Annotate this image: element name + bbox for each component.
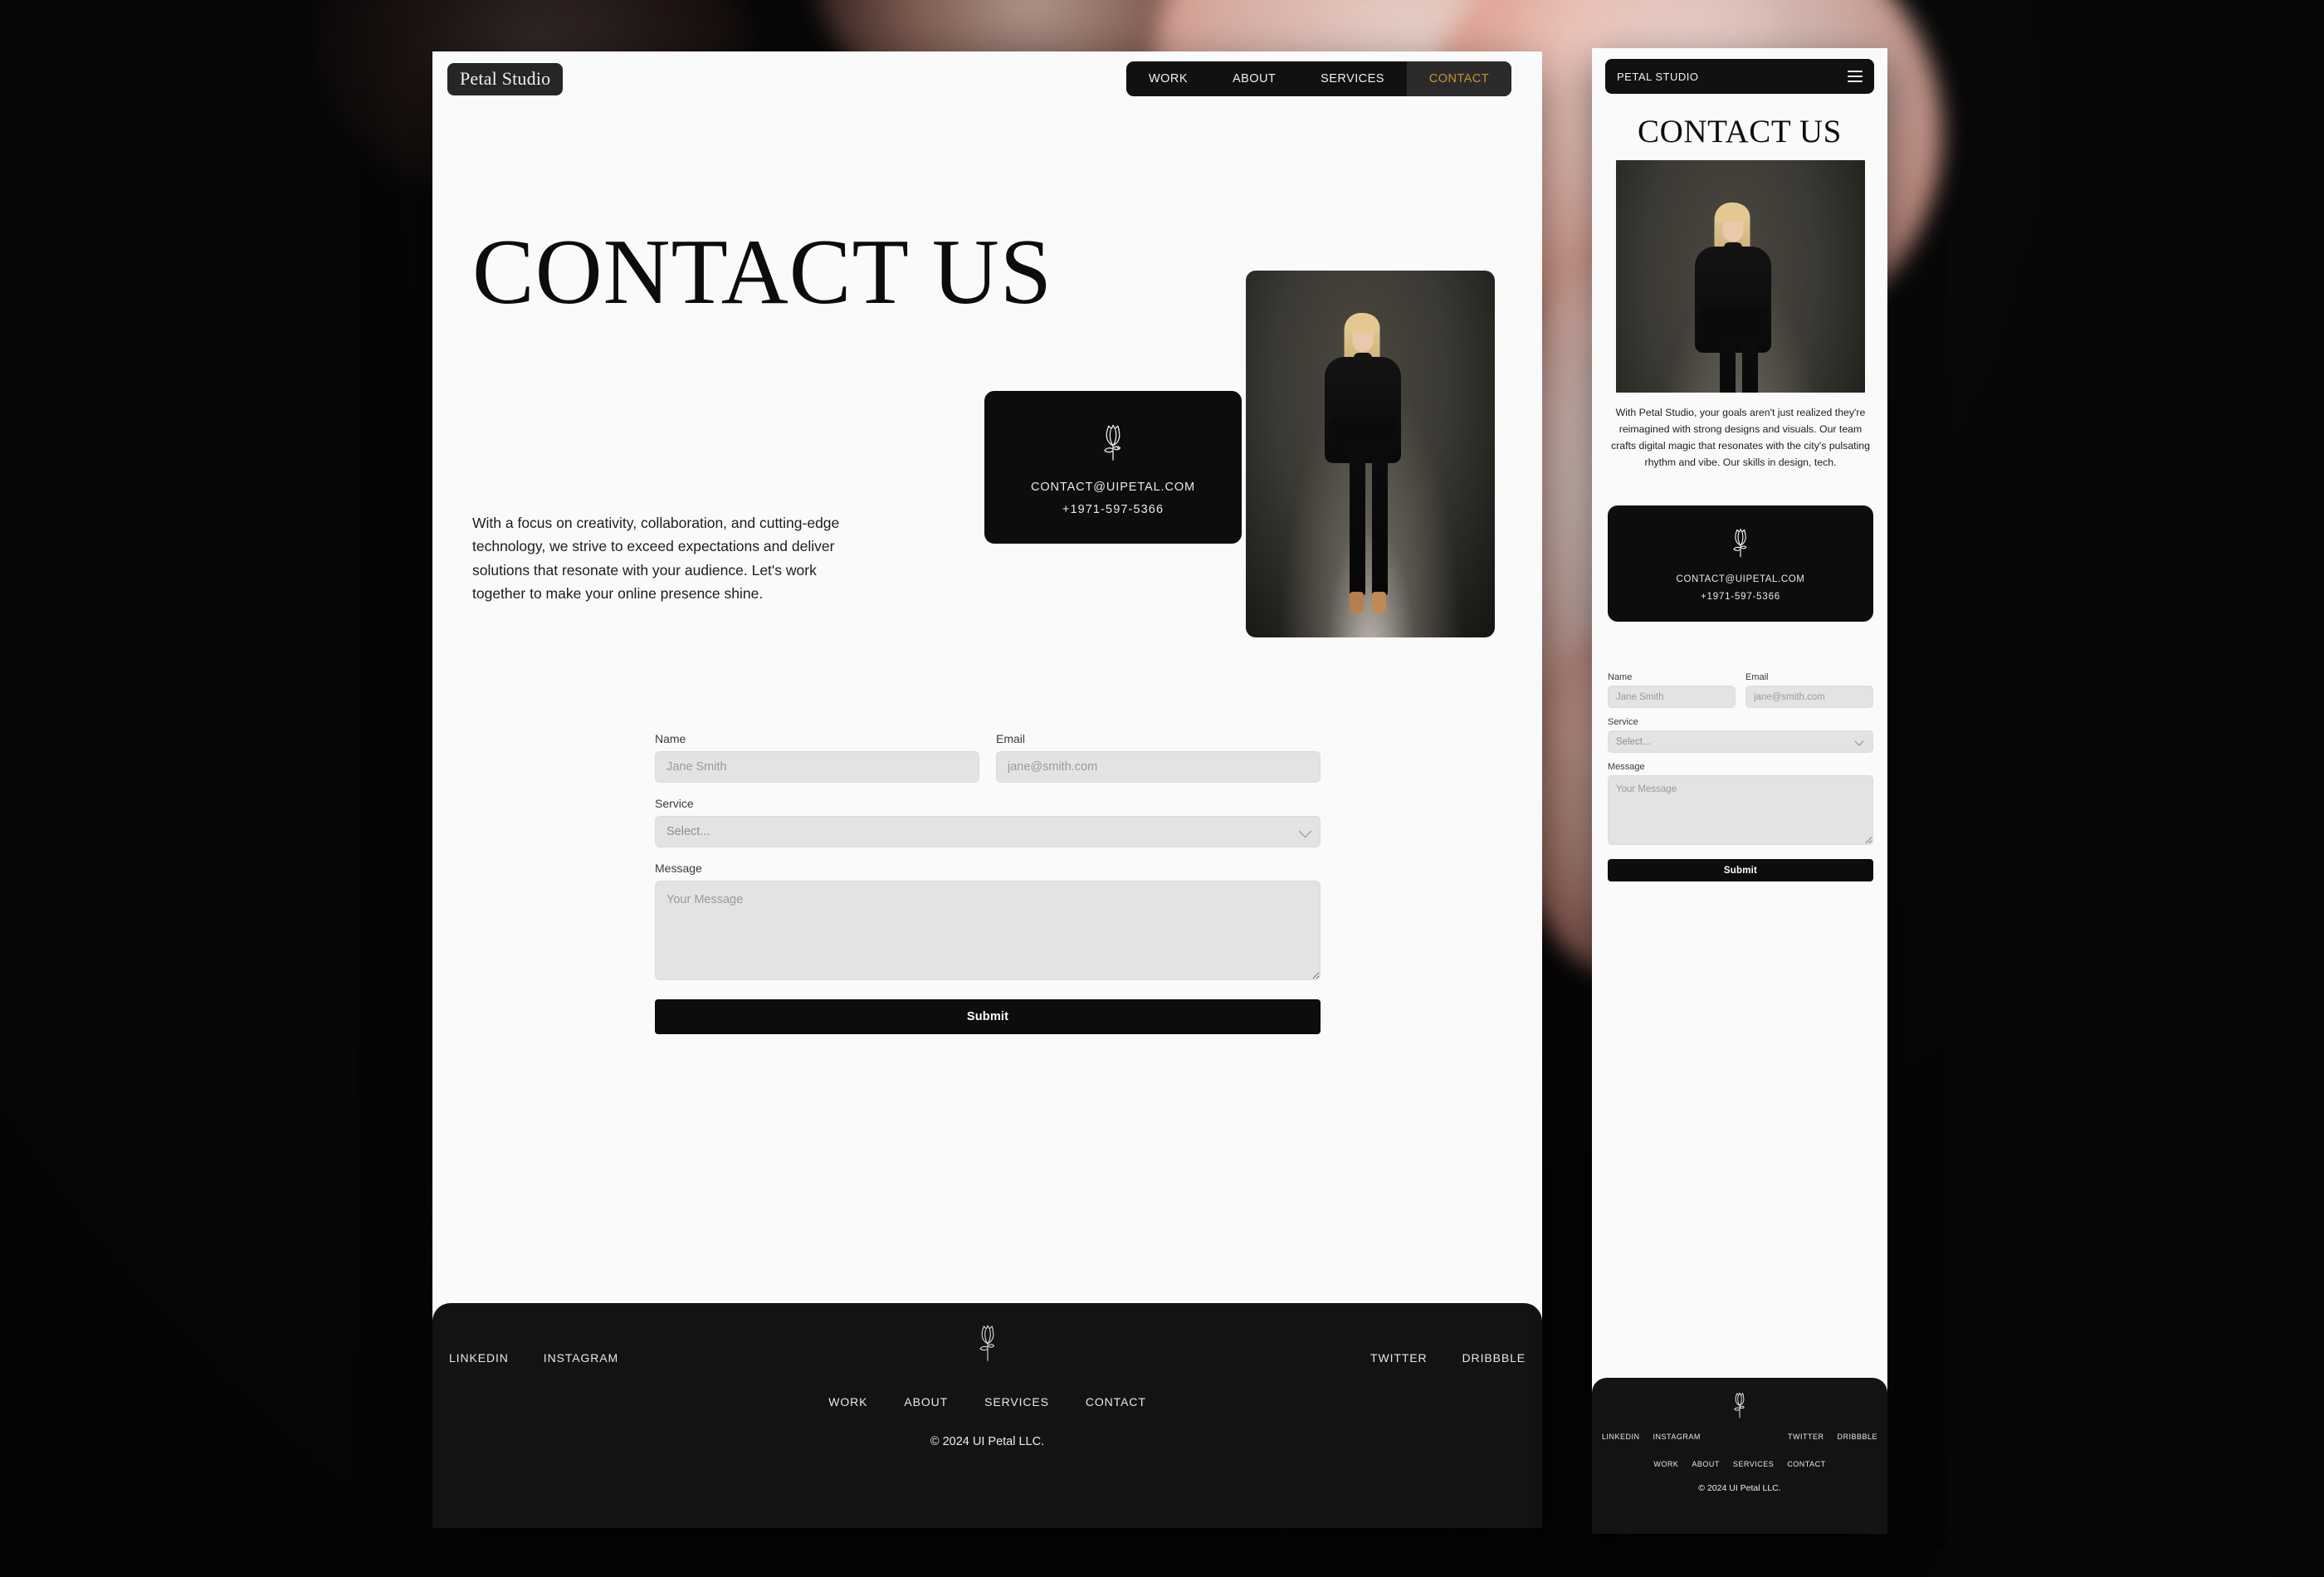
message-label: Message bbox=[655, 862, 702, 875]
hamburger-icon[interactable] bbox=[1848, 71, 1863, 82]
mobile-service-label: Service bbox=[1608, 717, 1638, 727]
footer-nav-work[interactable]: WORK bbox=[828, 1395, 867, 1409]
service-label: Service bbox=[655, 797, 694, 810]
copyright-text: © 2024 UI Petal LLC. bbox=[930, 1435, 1045, 1448]
nav-item-contact[interactable]: CONTACT bbox=[1406, 61, 1511, 96]
mobile-preview-frame: PETAL STUDIO CONTACT US With Petal Studi… bbox=[1592, 48, 1887, 1534]
portrait-image bbox=[1246, 271, 1495, 637]
mobile-service-select[interactable]: Select... bbox=[1608, 730, 1873, 753]
footer-social-right: TWITTER DRIBBBLE bbox=[1370, 1351, 1526, 1365]
mobile-social-link-dribbble[interactable]: DRIBBBLE bbox=[1837, 1433, 1877, 1441]
mobile-copyright-text: © 2024 UI Petal LLC. bbox=[1698, 1483, 1781, 1493]
contact-form: Name Email Service Select... Message Sub… bbox=[655, 732, 1321, 1034]
social-link-twitter[interactable]: TWITTER bbox=[1370, 1351, 1428, 1365]
mobile-contact-form: Name Email Service Select... Message Sub… bbox=[1608, 672, 1873, 881]
mobile-email-label: Email bbox=[1745, 672, 1769, 682]
mobile-site-footer: LINKEDIN INSTAGRAM TWITTER DRIBBBLE WORK… bbox=[1592, 1378, 1887, 1534]
contact-phone[interactable]: +1971-597-5366 bbox=[1062, 503, 1164, 516]
mobile-page-title: CONTACT US bbox=[1638, 114, 1842, 149]
mobile-footer-nav-about[interactable]: ABOUT bbox=[1692, 1460, 1720, 1468]
rose-icon bbox=[1096, 422, 1130, 462]
mobile-footer-nav-contact[interactable]: CONTACT bbox=[1787, 1460, 1825, 1468]
site-footer: LINKEDIN INSTAGRAM TWITTER DRIBBBLE WORK… bbox=[432, 1303, 1542, 1528]
mobile-footer-nav-work[interactable]: WORK bbox=[1653, 1460, 1678, 1468]
mobile-contact-phone[interactable]: +1971-597-5366 bbox=[1701, 592, 1780, 602]
desktop-header: Petal Studio WORK ABOUT SERVICES CONTACT bbox=[432, 51, 1542, 106]
name-input[interactable] bbox=[655, 751, 979, 783]
name-label: Name bbox=[655, 732, 686, 745]
mobile-social-link-twitter[interactable]: TWITTER bbox=[1788, 1433, 1824, 1441]
footer-nav-about[interactable]: ABOUT bbox=[904, 1395, 948, 1409]
rose-icon bbox=[1730, 1389, 1750, 1421]
mobile-footer-nav-services[interactable]: SERVICES bbox=[1733, 1460, 1774, 1468]
contact-info-card: CONTACT@UIPETAL.COM +1971-597-5366 bbox=[984, 391, 1242, 544]
mobile-brand-logo[interactable]: PETAL STUDIO bbox=[1617, 71, 1698, 83]
mobile-submit-button[interactable]: Submit bbox=[1608, 859, 1873, 881]
footer-social-left: LINKEDIN INSTAGRAM bbox=[449, 1351, 618, 1365]
brand-logo[interactable]: Petal Studio bbox=[447, 63, 564, 95]
mobile-name-label: Name bbox=[1608, 672, 1633, 682]
service-select[interactable]: Select... bbox=[655, 816, 1321, 847]
social-link-linkedin[interactable]: LINKEDIN bbox=[449, 1351, 509, 1365]
nav-item-about[interactable]: ABOUT bbox=[1210, 61, 1298, 96]
desktop-preview-frame: Petal Studio WORK ABOUT SERVICES CONTACT… bbox=[432, 51, 1542, 1528]
contact-email[interactable]: CONTACT@UIPETAL.COM bbox=[1031, 481, 1195, 494]
mobile-portrait-image bbox=[1608, 160, 1873, 393]
footer-nav-contact[interactable]: CONTACT bbox=[1086, 1395, 1146, 1409]
rose-icon bbox=[1727, 527, 1754, 559]
rose-icon bbox=[974, 1321, 1002, 1365]
email-input[interactable] bbox=[996, 751, 1321, 783]
mobile-hero-description: With Petal Studio, your goals aren't jus… bbox=[1611, 407, 1870, 468]
mobile-contact-info-card: CONTACT@UIPETAL.COM +1971-597-5366 bbox=[1608, 505, 1873, 622]
email-label: Email bbox=[996, 732, 1026, 745]
nav-item-services[interactable]: SERVICES bbox=[1298, 61, 1407, 96]
social-link-dribbble[interactable]: DRIBBBLE bbox=[1462, 1351, 1526, 1365]
nav-item-work[interactable]: WORK bbox=[1126, 61, 1210, 96]
mobile-message-textarea[interactable] bbox=[1608, 775, 1873, 845]
page-title: CONTACT US bbox=[472, 221, 1053, 324]
footer-nav: WORK ABOUT SERVICES CONTACT bbox=[828, 1395, 1146, 1409]
mobile-name-input[interactable] bbox=[1608, 686, 1736, 708]
mobile-social-link-instagram[interactable]: INSTAGRAM bbox=[1653, 1433, 1701, 1441]
primary-nav: WORK ABOUT SERVICES CONTACT bbox=[1126, 61, 1511, 96]
mobile-email-input[interactable] bbox=[1745, 686, 1873, 708]
footer-nav-services[interactable]: SERVICES bbox=[984, 1395, 1049, 1409]
mobile-footer-social-left: LINKEDIN INSTAGRAM bbox=[1602, 1433, 1701, 1441]
social-link-instagram[interactable]: INSTAGRAM bbox=[544, 1351, 618, 1365]
mobile-footer-social-right: TWITTER DRIBBBLE bbox=[1788, 1433, 1877, 1441]
mobile-footer-nav: WORK ABOUT SERVICES CONTACT bbox=[1653, 1460, 1825, 1468]
mobile-contact-email[interactable]: CONTACT@UIPETAL.COM bbox=[1677, 574, 1805, 584]
submit-button[interactable]: Submit bbox=[655, 999, 1321, 1034]
hero-description: With a focus on creativity, collaboratio… bbox=[472, 515, 840, 603]
message-textarea[interactable] bbox=[655, 881, 1321, 980]
mobile-message-label: Message bbox=[1608, 762, 1645, 772]
mobile-header: PETAL STUDIO bbox=[1605, 59, 1874, 94]
mobile-social-link-linkedin[interactable]: LINKEDIN bbox=[1602, 1433, 1640, 1441]
